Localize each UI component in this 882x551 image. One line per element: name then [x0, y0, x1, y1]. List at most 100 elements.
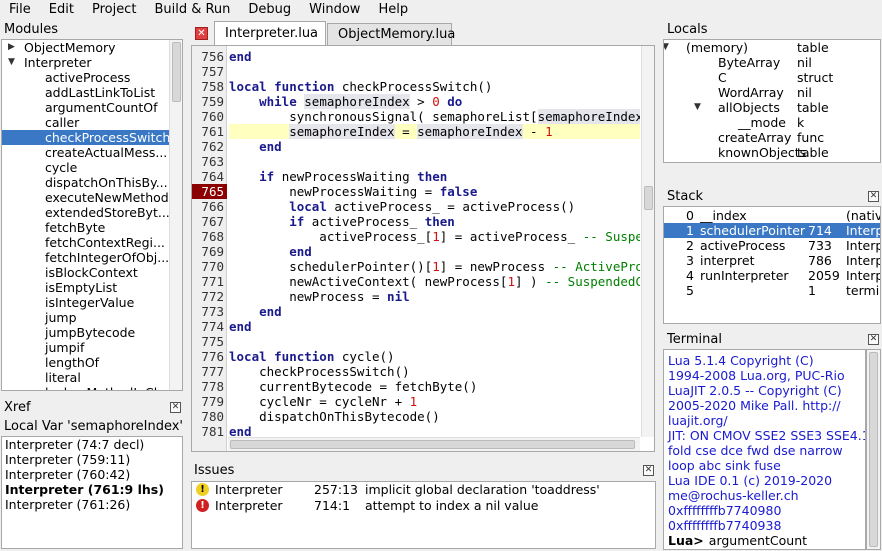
code-line[interactable]: newProcess = nil	[229, 289, 640, 304]
chevron-down-icon[interactable]: ▼	[8, 55, 15, 70]
module-tree-item[interactable]: lengthOf	[2, 355, 169, 370]
stack-frame-row[interactable]: 2 activeProcess 733 Interp	[664, 238, 880, 253]
code-line[interactable]: newProcessWaiting = false	[229, 184, 640, 199]
menu-project[interactable]: Project	[83, 0, 145, 20]
code-line[interactable]	[229, 64, 640, 79]
code-line[interactable]: end	[229, 139, 640, 154]
xref-item[interactable]: Interpreter (759:11)	[2, 452, 182, 467]
code-line[interactable]: end	[229, 244, 640, 259]
module-tree-item[interactable]: fetchByte	[2, 220, 169, 235]
code-line[interactable]: newActiveContext( newProcess[1] ) -- Sus…	[229, 274, 640, 289]
terminal-scroll-thumb[interactable]	[869, 352, 878, 547]
editor-vscroll-thumb[interactable]	[644, 186, 653, 210]
menu-file[interactable]: File	[0, 0, 40, 20]
code-line[interactable]: if activeProcess_ then	[229, 214, 640, 229]
module-tree-item[interactable]: ▶ ObjectMemory	[2, 40, 169, 55]
code-line[interactable]: local function cycle()	[229, 349, 640, 364]
module-tree-item[interactable]: isBlockContext	[2, 265, 169, 280]
code-line[interactable]: semaphoreIndex = semaphoreIndex - 1	[229, 124, 640, 139]
module-tree-item[interactable]: activeProcess	[2, 70, 169, 85]
code-line[interactable]: end	[229, 49, 640, 64]
menu-build-run[interactable]: Build & Run	[145, 0, 239, 20]
code-line[interactable]: local function checkProcessSwitch()	[229, 79, 640, 94]
module-tree-item[interactable]: fetchContextRegi...	[2, 235, 169, 250]
terminal-input[interactable]: argumentCount	[709, 533, 807, 548]
xref-item[interactable]: Interpreter (760:42)	[2, 467, 182, 482]
code-line[interactable]: dispatchOnThisBytecode()	[229, 409, 640, 424]
locals-item[interactable]: ▼ (memory) table	[664, 40, 880, 55]
editor-hscrollbar[interactable]	[228, 437, 640, 451]
module-tree-item[interactable]: extendedStoreByt...	[2, 205, 170, 220]
stack-close-icon[interactable]: ✕	[868, 191, 879, 202]
locals-item[interactable]: createArray func	[664, 130, 880, 145]
module-tree-item[interactable]: dispatchOnThisBy...	[2, 175, 169, 190]
module-tree-item[interactable]: isEmptyList	[2, 280, 169, 295]
stack-frame-row[interactable]: 5 1 termin	[664, 283, 880, 298]
xref-close-icon[interactable]: ✕	[170, 402, 181, 413]
module-tree-item[interactable]: jumpif	[2, 340, 169, 355]
module-tree-item[interactable]: cycle	[2, 160, 169, 175]
locals-item[interactable]: WordArray nil	[664, 85, 880, 100]
code-line[interactable]: schedulerPointer()[1] = newProcess -- Ac…	[229, 259, 640, 274]
module-tree-item[interactable]: caller	[2, 115, 169, 130]
code-line[interactable]	[229, 334, 640, 349]
code-line[interactable]: activeProcess_[1] = activeProcess_ -- Su…	[229, 229, 640, 244]
editor-tab[interactable]: Interpreter.lua	[214, 21, 326, 46]
terminal-prompt-line[interactable]: Lua> argumentCount	[668, 533, 863, 548]
code-line[interactable]: checkProcessSwitch()	[229, 364, 640, 379]
chevron-down-icon[interactable]: ▼	[664, 40, 669, 55]
locals-item[interactable]: ByteArray nil	[664, 55, 880, 70]
locals-item[interactable]: knownObjects table	[664, 145, 880, 160]
issue-row[interactable]: ! Interpreter 714:1 attempt to index a nil …	[192, 498, 655, 514]
stack-frame-row[interactable]: 4 runInterpreter 2059 Interp	[664, 268, 880, 283]
editor-hscroll-thumb[interactable]	[230, 440, 635, 449]
code-line[interactable]: currentBytecode = fetchByte()	[229, 379, 640, 394]
menu-debug[interactable]: Debug	[239, 0, 300, 20]
module-tree-item[interactable]: executeNewMethod	[2, 190, 169, 205]
module-tree-item[interactable]: addLastLinkToList	[2, 85, 169, 100]
menu-edit[interactable]: Edit	[40, 0, 83, 20]
stack-frame-row[interactable]: 3 interpret 786 Interp	[664, 253, 880, 268]
locals-item[interactable]: __mode k	[664, 115, 880, 130]
xref-item[interactable]: Interpreter (761:9 lhs)	[2, 482, 182, 497]
code-editor[interactable]: 756 757 758 759 760 761 762 763 764 765 766 767 768 7…	[191, 45, 655, 452]
issue-row[interactable]: ! Interpreter 257:13 implicit global declar…	[192, 482, 655, 498]
xref-item[interactable]: Interpreter (74:7 decl)	[2, 437, 182, 452]
code-line[interactable]: if newProcessWaiting then	[229, 169, 640, 184]
chevron-right-icon[interactable]: ▶	[8, 40, 15, 55]
code-line[interactable]: while semaphoreIndex > 0 do	[229, 94, 640, 109]
stack-frame-row[interactable]: 1 schedulerPointer 714 Interp	[664, 223, 880, 238]
xref-item[interactable]: Interpreter (761:26)	[2, 497, 182, 512]
editor-vscrollbar[interactable]	[641, 46, 654, 437]
close-tab-icon[interactable]: ✕	[195, 27, 208, 40]
module-tree-item[interactable]: jump	[2, 310, 169, 325]
chevron-down-icon[interactable]: ▼	[694, 100, 701, 115]
module-tree-item[interactable]: lookupMethodInCl...	[2, 385, 169, 390]
module-tree-item[interactable]: literal	[2, 370, 169, 385]
code-line[interactable]: end	[229, 319, 640, 334]
menu-help[interactable]: Help	[369, 0, 417, 20]
terminal-close-icon[interactable]: ✕	[868, 334, 879, 345]
module-tree-item[interactable]: ▼ Interpreter	[2, 55, 169, 70]
module-tree-item[interactable]: argumentCountOf	[2, 100, 169, 115]
terminal-output[interactable]: Lua 5.1.4 Copyright (C) 1994-2008 Lua.org…	[663, 349, 866, 550]
code-line[interactable]: local activeProcess_ = activeProcess()	[229, 199, 640, 214]
stack-frame-row[interactable]: 0 __index (native)	[664, 208, 880, 223]
editor-tab[interactable]: ObjectMemory.lua	[327, 23, 455, 45]
module-tree-item[interactable]: checkProcessSwitch	[2, 130, 170, 145]
code-line[interactable]: cycleNr = cycleNr + 1	[229, 394, 640, 409]
locals-item[interactable]: ▼ allObjects table	[664, 100, 880, 115]
module-tree-item[interactable]: fetchIntegerOfObj...	[2, 250, 169, 265]
module-tree-item[interactable]: createActualMess...	[2, 145, 169, 160]
locals-item[interactable]: Cstruct	[664, 70, 880, 85]
module-tree-item[interactable]: isIntegerValue	[2, 295, 169, 310]
code-line[interactable]	[229, 154, 640, 169]
terminal-scrollbar[interactable]	[866, 349, 881, 550]
modules-scrollbar[interactable]	[169, 40, 182, 390]
code-line[interactable]: end	[229, 304, 640, 319]
code-line[interactable]: synchronousSignal( semaphoreList[semapho…	[229, 109, 640, 124]
menu-window[interactable]: Window	[300, 0, 369, 20]
issues-close-icon[interactable]: ✕	[643, 465, 654, 476]
modules-scroll-thumb[interactable]	[172, 42, 181, 102]
module-tree-item[interactable]: jumpBytecode	[2, 325, 169, 340]
